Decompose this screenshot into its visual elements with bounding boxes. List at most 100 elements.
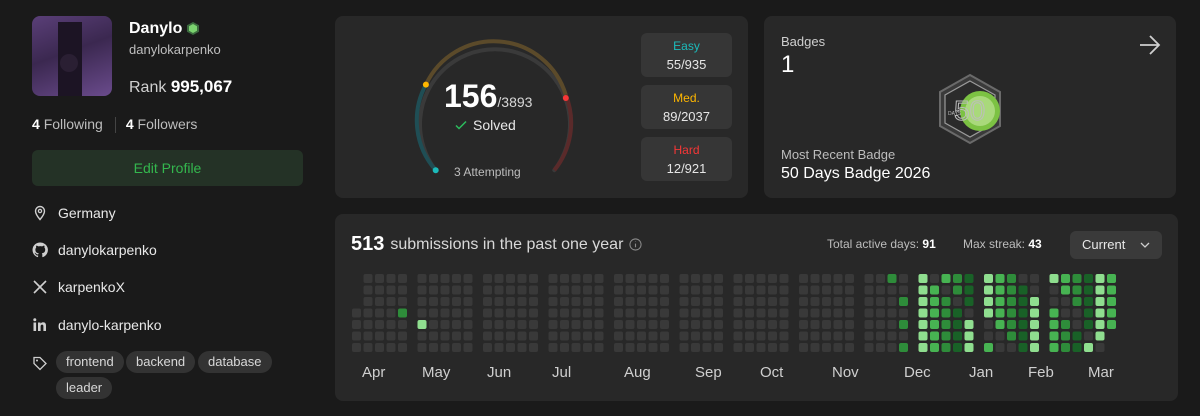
heatmap-cell[interactable] <box>1072 285 1082 295</box>
heatmap-cell[interactable] <box>625 331 635 341</box>
heatmap-cell[interactable] <box>864 331 874 341</box>
heatmap-cell[interactable] <box>1095 320 1105 329</box>
heatmap-cell[interactable] <box>594 320 604 329</box>
heatmap-cell[interactable] <box>637 320 646 329</box>
heatmap-cell[interactable] <box>1018 308 1028 318</box>
heatmap-cell[interactable] <box>714 343 723 352</box>
heatmap-cell[interactable] <box>756 274 766 283</box>
heatmap-cell[interactable] <box>386 320 396 329</box>
heatmap-cell[interactable] <box>560 331 569 341</box>
heatmap-cell[interactable] <box>995 274 1005 283</box>
heatmap-cell[interactable] <box>899 297 908 306</box>
heatmap-cell[interactable] <box>517 343 527 352</box>
heatmap-cell[interactable] <box>864 343 874 352</box>
heatmap-cell[interactable] <box>918 297 928 306</box>
heatmap-cell[interactable] <box>452 320 461 329</box>
heatmap-cell[interactable] <box>964 320 974 329</box>
heatmap-cell[interactable] <box>995 285 1005 295</box>
heatmap-cell[interactable] <box>660 320 669 329</box>
followers-link[interactable]: 4 Followers <box>126 116 198 132</box>
heatmap-cell[interactable] <box>1030 320 1039 329</box>
heatmap-cell[interactable] <box>594 274 604 283</box>
heatmap-cell[interactable] <box>984 308 993 318</box>
heatmap-cell[interactable] <box>594 331 604 341</box>
avatar[interactable] <box>32 16 112 96</box>
heatmap-cell[interactable] <box>363 331 373 341</box>
heatmap-cell[interactable] <box>1018 343 1028 352</box>
heatmap-cell[interactable] <box>386 308 396 318</box>
heatmap-cell[interactable] <box>571 285 581 295</box>
heatmap-cell[interactable] <box>614 343 623 352</box>
heatmap-cell[interactable] <box>463 274 473 283</box>
heatmap-cell[interactable] <box>463 320 473 329</box>
skill-tag[interactable]: backend <box>126 351 196 373</box>
github-row[interactable]: danylokarpenko <box>32 242 157 258</box>
heatmap-cell[interactable] <box>1084 343 1093 352</box>
heatmap-cell[interactable] <box>845 274 854 283</box>
heatmap-cell[interactable] <box>494 274 504 283</box>
heatmap-cell[interactable] <box>1049 331 1059 341</box>
heatmap-cell[interactable] <box>417 308 427 318</box>
heatmap-cell[interactable] <box>995 343 1005 352</box>
heatmap-cell[interactable] <box>463 343 473 352</box>
heatmap-cell[interactable] <box>1018 331 1028 341</box>
heatmap-cell[interactable] <box>679 297 689 306</box>
heatmap-cell[interactable] <box>1095 331 1105 341</box>
heatmap-cell[interactable] <box>1084 285 1093 295</box>
heatmap-cell[interactable] <box>1061 308 1070 318</box>
heatmap-cell[interactable] <box>517 331 527 341</box>
heatmap-cell[interactable] <box>560 274 569 283</box>
heatmap-cell[interactable] <box>745 320 754 329</box>
edit-profile-button[interactable]: Edit Profile <box>32 150 303 186</box>
heatmap-cell[interactable] <box>1072 297 1082 306</box>
heatmap-cell[interactable] <box>352 331 361 341</box>
heatmap-cell[interactable] <box>964 274 974 283</box>
heatmap-cell[interactable] <box>899 343 908 352</box>
heatmap-cell[interactable] <box>1072 331 1082 341</box>
heatmap-cell[interactable] <box>702 274 712 283</box>
heatmap-cell[interactable] <box>363 274 373 283</box>
heatmap-cell[interactable] <box>463 331 473 341</box>
heatmap-cell[interactable] <box>363 297 373 306</box>
heatmap-cell[interactable] <box>529 343 538 352</box>
heatmap-cell[interactable] <box>614 274 623 283</box>
following-link[interactable]: 4 Following <box>32 116 103 132</box>
heatmap-cell[interactable] <box>463 297 473 306</box>
heatmap-cell[interactable] <box>560 297 569 306</box>
heatmap-cell[interactable] <box>429 308 438 318</box>
heatmap-cell[interactable] <box>637 274 646 283</box>
heatmap-cell[interactable] <box>799 285 808 295</box>
heatmap-cell[interactable] <box>930 297 939 306</box>
difficulty-medium[interactable]: Med. 89/2037 <box>641 85 732 129</box>
heatmap-cell[interactable] <box>845 308 854 318</box>
heatmap-cell[interactable] <box>887 343 897 352</box>
heatmap-cell[interactable] <box>506 343 515 352</box>
heatmap-cell[interactable] <box>833 343 843 352</box>
heatmap-cell[interactable] <box>494 343 504 352</box>
heatmap-cell[interactable] <box>679 274 689 283</box>
heatmap-cell[interactable] <box>1007 320 1016 329</box>
heatmap-cell[interactable] <box>440 297 450 306</box>
heatmap-cell[interactable] <box>714 285 723 295</box>
heatmap-cell[interactable] <box>964 285 974 295</box>
heatmap-cell[interactable] <box>845 343 854 352</box>
heatmap-cell[interactable] <box>386 285 396 295</box>
heatmap-cell[interactable] <box>930 274 939 283</box>
heatmap-cell[interactable] <box>733 297 743 306</box>
heatmap-cell[interactable] <box>1018 320 1028 329</box>
heatmap-cell[interactable] <box>864 285 874 295</box>
heatmap-cell[interactable] <box>548 297 558 306</box>
heatmap-cell[interactable] <box>887 285 897 295</box>
info-icon[interactable] <box>629 238 642 251</box>
heatmap-cell[interactable] <box>375 285 384 295</box>
heatmap-cell[interactable] <box>1095 274 1105 283</box>
heatmap-cell[interactable] <box>810 285 820 295</box>
heatmap-cell[interactable] <box>625 297 635 306</box>
heatmap-cell[interactable] <box>810 320 820 329</box>
heatmap-cell[interactable] <box>1007 308 1016 318</box>
heatmap-cell[interactable] <box>363 285 373 295</box>
heatmap-cell[interactable] <box>799 274 808 283</box>
heatmap-cell[interactable] <box>864 320 874 329</box>
heatmap-cell[interactable] <box>571 331 581 341</box>
heatmap-cell[interactable] <box>398 308 407 318</box>
